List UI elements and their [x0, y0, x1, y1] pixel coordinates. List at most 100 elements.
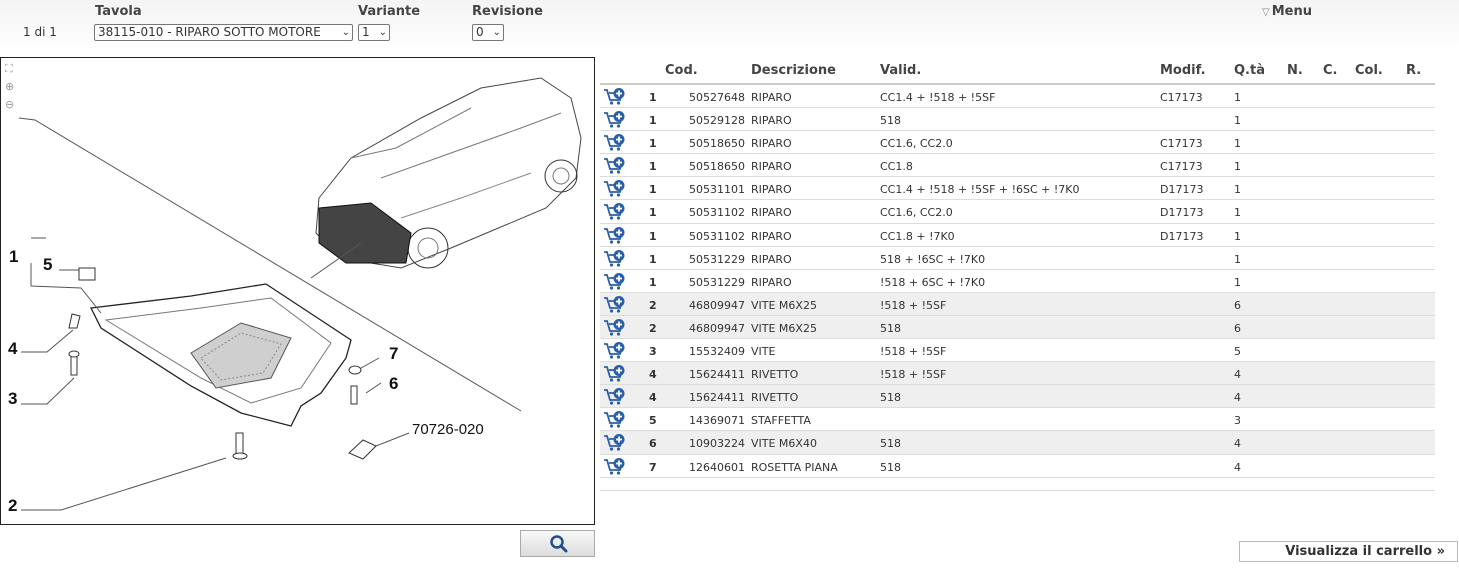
cell-position: 1: [649, 114, 657, 128]
cell-description: RIPARO: [751, 275, 792, 289]
cell-position: 4: [649, 368, 657, 382]
table-row: 1 50518650 RIPARO CC1.6, CC2.0 C17173 1: [600, 131, 1435, 155]
variante-select-value: 1: [362, 25, 370, 39]
table-row: 1 50531229 RIPARO !518 + 6SC + !7K0 1: [600, 270, 1435, 293]
revisione-select[interactable]: 0 ⌄: [472, 24, 504, 41]
cell-modification: C17173: [1160, 137, 1203, 151]
cart-add-icon[interactable]: [603, 457, 627, 476]
cart-add-icon[interactable]: [603, 387, 627, 406]
cart-add-icon[interactable]: [603, 156, 627, 175]
cell-code: 14369071: [689, 414, 745, 428]
parts-diagram: 1 5 4 3 2 7 6 70726-020: [8, 77, 582, 515]
cell-code: 50527648: [689, 91, 745, 104]
cart-add-icon[interactable]: [603, 410, 627, 429]
cart-add-icon[interactable]: [603, 364, 627, 383]
cell-validity: CC1.8: [880, 160, 913, 174]
cart-add-icon[interactable]: [603, 249, 627, 268]
cell-description: ROSETTA PIANA: [751, 460, 838, 474]
table-row: 1 50531229 RIPARO 518 + !6SC + !7K0 1: [600, 247, 1435, 270]
col-col[interactable]: Col.: [1355, 63, 1383, 78]
table-header: Cod. Descrizione Valid. Modif. Q.tà N. C…: [600, 57, 1435, 85]
col-c[interactable]: C.: [1323, 63, 1337, 78]
col-cod[interactable]: Cod.: [665, 63, 698, 78]
cell-position: 2: [649, 298, 657, 312]
cell-position: 1: [649, 206, 657, 220]
cell-validity: CC1.4 + !518 + !5SF + !6SC + !7K0: [880, 183, 1080, 197]
variante-label: Variante: [358, 4, 421, 19]
cart-add-icon[interactable]: [603, 226, 627, 245]
cart-add-icon[interactable]: [603, 318, 627, 337]
cell-quantity: 1: [1234, 183, 1241, 197]
callout-7[interactable]: 7: [389, 344, 398, 363]
cell-description: VITE M6X25: [751, 321, 817, 335]
variante-select[interactable]: 1 ⌄: [358, 24, 390, 41]
table-row: 1 50531101 RIPARO CC1.4 + !518 + !5SF + …: [600, 177, 1435, 201]
cell-quantity: 1: [1234, 275, 1241, 289]
table-row: 1 50518650 RIPARO CC1.8 C17173 1: [600, 154, 1435, 178]
col-n[interactable]: N.: [1287, 63, 1303, 78]
cell-quantity: 1: [1234, 206, 1241, 220]
cell-code: 50529128: [689, 114, 745, 128]
cart-add-icon[interactable]: [603, 202, 627, 221]
cell-description: STAFFETTA: [751, 414, 811, 428]
cell-validity: CC1.6, CC2.0: [880, 137, 953, 151]
chevron-down-icon: ⌄: [341, 27, 350, 38]
cart-add-icon[interactable]: [603, 133, 627, 152]
zoom-button[interactable]: [520, 530, 595, 557]
col-valid[interactable]: Valid.: [880, 63, 921, 78]
cell-quantity: 4: [1234, 391, 1241, 405]
cell-position: 1: [649, 252, 657, 266]
cart-add-icon[interactable]: [603, 341, 627, 360]
cell-quantity: 6: [1234, 298, 1241, 312]
cell-code: 15624411: [689, 368, 745, 382]
chevron-down-icon: ⌄: [378, 27, 387, 38]
magnifier-icon: [550, 535, 568, 553]
menu-button[interactable]: ▽ Menu: [1262, 4, 1312, 19]
view-cart-button[interactable]: Visualizza il carrello »: [1239, 541, 1458, 562]
cell-code: 50518650: [689, 160, 745, 174]
cell-validity: 518: [880, 114, 901, 128]
reference-table-label[interactable]: 70726-020: [412, 421, 484, 438]
cart-add-icon[interactable]: [603, 272, 627, 291]
cell-description: RIPARO: [751, 160, 792, 174]
cart-add-icon[interactable]: [603, 87, 627, 106]
cell-modification: D17173: [1160, 229, 1204, 243]
callout-6[interactable]: 6: [389, 374, 398, 393]
col-modif[interactable]: Modif.: [1160, 63, 1206, 78]
table-row: 5 14369071 STAFFETTA 3: [600, 408, 1435, 432]
cell-modification: C17173: [1160, 160, 1203, 174]
cell-quantity: 1: [1234, 229, 1241, 243]
callout-3[interactable]: 3: [8, 389, 17, 408]
cell-description: RIPARO: [751, 252, 792, 266]
cell-quantity: 4: [1234, 460, 1241, 474]
cell-code: 50531101: [689, 183, 745, 197]
cell-position: 4: [649, 391, 657, 405]
table-row: 3 15532409 VITE !518 + !5SF 5: [600, 339, 1435, 363]
col-qta[interactable]: Q.tà: [1234, 63, 1265, 78]
cell-position: 1: [649, 137, 657, 151]
callout-5[interactable]: 5: [43, 255, 52, 274]
cell-validity: 518: [880, 437, 901, 451]
table-row: 4 15624411 RIVETTO 518 4: [600, 385, 1435, 409]
col-r[interactable]: R.: [1406, 63, 1421, 78]
cell-quantity: 1: [1234, 137, 1241, 151]
cart-add-icon[interactable]: [603, 295, 627, 314]
tavola-select[interactable]: 38115-010 - RIPARO SOTTO MOTORE ⌄: [94, 24, 353, 41]
cell-validity: CC1.8 + !7K0: [880, 229, 955, 243]
cell-description: VITE M6X40: [751, 437, 817, 451]
exploded-drawing-panel[interactable]: ⛶ ⊕ ⊖ 1 5 4 3 2 7 6 70726-020: [0, 57, 595, 525]
callout-1[interactable]: 1: [9, 247, 18, 266]
table-row: 7 12640601 ROSETTA PIANA 518 4: [600, 455, 1435, 478]
cell-validity: 518 + !6SC + !7K0: [880, 252, 986, 266]
cell-description: RIVETTO: [751, 391, 799, 405]
cart-add-icon[interactable]: [603, 179, 627, 198]
tavola-label: Tavola: [95, 4, 142, 19]
cell-modification: D17173: [1160, 183, 1204, 197]
table-row: 4 15624411 RIVETTO !518 + !5SF 4: [600, 362, 1435, 386]
cart-add-icon[interactable]: [603, 433, 627, 452]
col-descrizione[interactable]: Descrizione: [751, 63, 836, 78]
cart-add-icon[interactable]: [603, 110, 627, 129]
callout-4[interactable]: 4: [8, 339, 18, 358]
callout-2[interactable]: 2: [8, 496, 17, 515]
cell-position: 7: [649, 460, 657, 474]
